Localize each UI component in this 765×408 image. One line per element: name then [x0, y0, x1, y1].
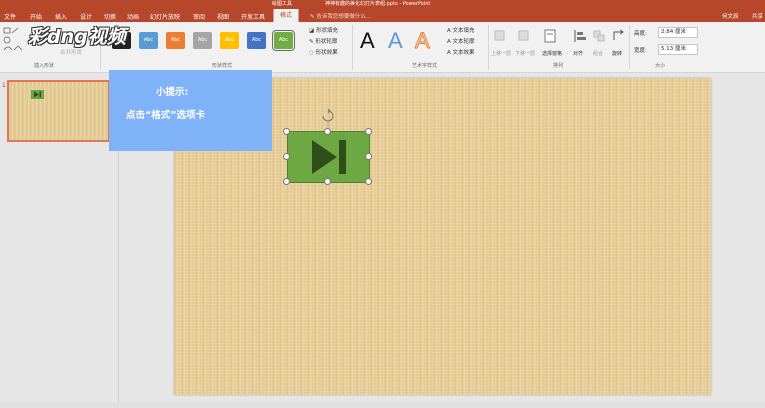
thumbnail-shape: [31, 90, 44, 99]
share-button[interactable]: 共享: [752, 12, 763, 20]
shape-effects-label: 形状效果: [315, 50, 338, 56]
shape-outline-button[interactable]: ✎ 形状轮廓: [309, 37, 337, 45]
document-title: 神神有趣的美化幻灯片表组.pptx - PowerPoint: [325, 1, 431, 7]
resize-handle-s[interactable]: [324, 178, 331, 185]
group-shape-styles: 形状样式: [212, 63, 233, 69]
watermark-logo: 彩dng视频: [28, 26, 126, 48]
tab-design[interactable]: 设计: [80, 12, 92, 21]
account-name[interactable]: 何文辰: [722, 12, 739, 20]
tab-format[interactable]: 格式: [273, 9, 300, 22]
shape-fill-button[interactable]: ◪ 形状填充: [309, 26, 338, 34]
tab-review[interactable]: 审阅: [193, 12, 205, 21]
height-input[interactable]: 2.84 厘米: [658, 27, 698, 38]
resize-handle-w[interactable]: [283, 153, 290, 160]
group-separator: [629, 25, 630, 69]
group-insert-shapes: 插入形状: [34, 63, 55, 69]
selected-shape[interactable]: [287, 131, 370, 183]
tab-view[interactable]: 视图: [217, 12, 229, 21]
tip-box: 小提示: 点击“格式”选项卡: [109, 70, 272, 151]
paint-bucket-icon: ◪: [309, 28, 316, 34]
swatch-label: Abc: [251, 37, 262, 43]
tab-transitions[interactable]: 切换: [104, 12, 116, 21]
swatch-label: Abc: [197, 37, 208, 43]
text-outline-button[interactable]: A 文本轮廓: [447, 37, 475, 45]
shape-outline-label: 形状轮廓: [315, 39, 338, 45]
resize-handle-ne[interactable]: [365, 128, 372, 135]
tab-insert[interactable]: 插入: [55, 12, 67, 21]
group-separator: [488, 25, 489, 69]
rotate-button[interactable]: 旋转: [612, 50, 622, 57]
text-effects-label: 文本效果: [452, 50, 475, 56]
tip-text: 点击“格式”选项卡: [126, 110, 205, 121]
wordart-style-2[interactable]: A: [388, 28, 403, 54]
resize-handle-n[interactable]: [324, 128, 331, 135]
send-backward-button[interactable]: 下移一层: [515, 50, 535, 57]
swatch-label: Abc: [143, 37, 154, 43]
width-input[interactable]: 5.13 厘米: [658, 44, 698, 55]
resize-handle-nw[interactable]: [283, 128, 290, 135]
group-arrange: 排列: [553, 63, 564, 69]
tab-slideshow[interactable]: 幻灯片放映: [150, 12, 180, 21]
tab-home[interactable]: 开始: [30, 12, 42, 21]
style-swatch-4[interactable]: Abc: [193, 32, 212, 49]
swatch-label: Abc: [170, 37, 181, 43]
tab-animations[interactable]: 动画: [127, 12, 139, 21]
group-button[interactable]: 组合: [593, 50, 603, 57]
text-effects-button[interactable]: A 文本效果: [447, 48, 475, 56]
resize-handle-sw[interactable]: [283, 178, 290, 185]
slide-number: 1: [2, 82, 6, 89]
align-button[interactable]: 对齐: [573, 50, 583, 57]
merge-shapes-button[interactable]: 合并形状: [60, 48, 82, 56]
shape-fill-label: 形状填充: [315, 28, 338, 34]
text-outline-label: 文本轮廓: [452, 39, 475, 45]
height-label: 高度:: [634, 31, 647, 37]
swatch-label: Abc: [224, 37, 235, 43]
text-fill-button[interactable]: A 文本填充: [447, 26, 475, 34]
resize-handle-se[interactable]: [365, 178, 372, 185]
rotate-handle-icon[interactable]: [318, 107, 338, 129]
style-swatch-7[interactable]: Abc: [272, 30, 295, 51]
tip-title: 小提示:: [156, 87, 189, 98]
group-separator: [352, 25, 353, 69]
status-bar: [0, 402, 765, 408]
ribbon-tab-bar: 文件 开始 插入 设计 切换 动画 幻灯片放映 审阅 视图 开发工具 格式 ✎ …: [0, 9, 765, 22]
context-tools-label: 绘图工具: [272, 1, 293, 7]
play-next-icon: [34, 91, 41, 98]
width-label: 宽度:: [634, 48, 647, 54]
arrange-icons: [494, 29, 624, 43]
tab-file[interactable]: 文件: [4, 12, 16, 21]
tell-me-box[interactable]: ✎ 告诉我您想要做什么...: [310, 12, 371, 20]
group-wordart-styles: 艺术字样式: [412, 63, 438, 69]
play-next-icon: [312, 140, 346, 174]
selection-pane-button[interactable]: 选择窗格: [542, 50, 562, 57]
style-swatch-2[interactable]: Abc: [139, 32, 158, 49]
resize-handle-e[interactable]: [365, 153, 372, 160]
tab-developer[interactable]: 开发工具: [241, 12, 265, 21]
shape-effects-button[interactable]: ◌ 形状效果: [309, 48, 338, 56]
bring-forward-button[interactable]: 上移一层: [491, 50, 511, 57]
slide-thumbnail[interactable]: [7, 80, 110, 142]
style-swatch-6[interactable]: Abc: [247, 32, 266, 49]
wordart-style-3[interactable]: A: [415, 28, 431, 54]
style-swatch-3[interactable]: Abc: [166, 32, 185, 49]
title-bar: 绘图工具 神神有趣的美化幻灯片表组.pptx - PowerPoint: [0, 0, 765, 9]
style-swatch-5[interactable]: Abc: [220, 32, 239, 49]
group-size: 大小: [655, 63, 666, 69]
text-fill-label: 文本填充: [452, 28, 475, 34]
swatch-label: Abc: [278, 37, 289, 43]
tell-me-text: 告诉我您想要做什么...: [316, 14, 372, 20]
wordart-style-1[interactable]: A: [360, 28, 375, 54]
